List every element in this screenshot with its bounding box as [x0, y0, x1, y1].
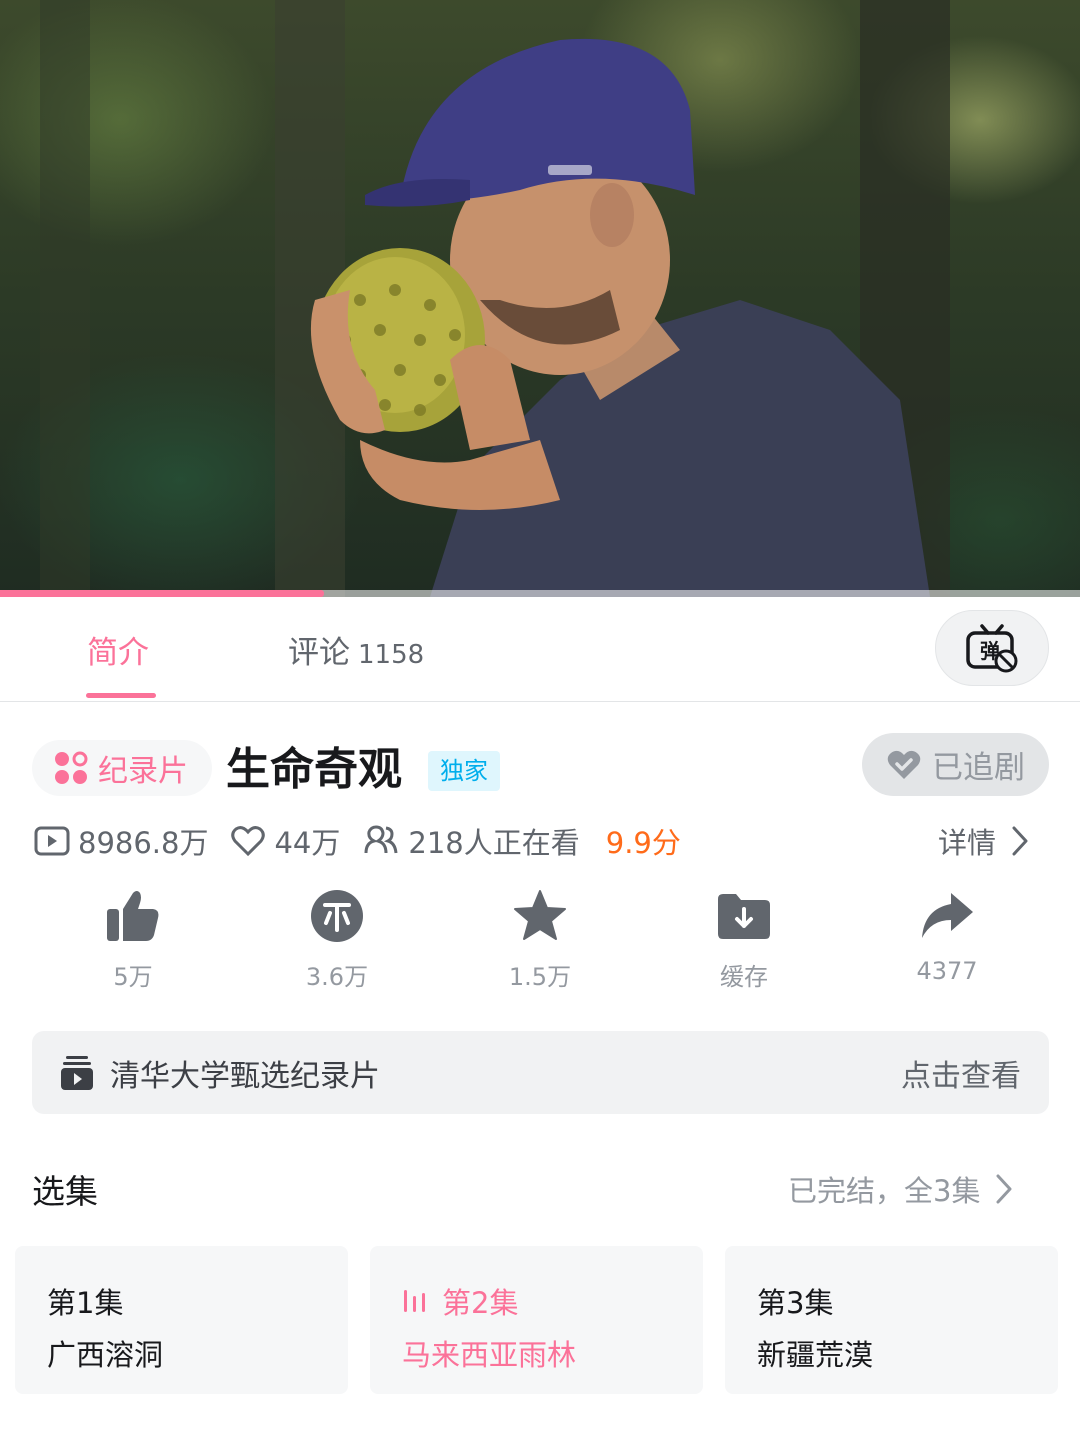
comment-count: 1158 [358, 640, 425, 670]
favorite-button[interactable]: 1.5万 [460, 885, 620, 992]
episode-name: 广西溶洞 [47, 1338, 164, 1372]
score: 9.9分 [605, 826, 681, 860]
coin-count: 3.6万 [305, 963, 369, 991]
episode-card-1[interactable]: 第1集 广西溶洞 [15, 1246, 348, 1394]
tab-intro[interactable]: 简介 [87, 627, 149, 672]
tab-comments[interactable]: 评论 1158 [288, 627, 424, 672]
views-stat: 8986.8万 [34, 820, 208, 862]
episode-card-2[interactable]: 第2集 马来西亚雨林 [370, 1246, 703, 1394]
collection-title: 清华大学甄选纪录片 [110, 1058, 380, 1094]
coin-button[interactable]: 3.6万 [257, 885, 417, 992]
download-button[interactable]: 缓存 [664, 885, 824, 992]
now-playing-icon [404, 1290, 425, 1312]
episode-number: 第2集 [442, 1286, 519, 1320]
episode-name: 马来西亚雨林 [402, 1338, 577, 1372]
danmaku-off-icon: 弹 [966, 624, 1018, 673]
video-player[interactable] [0, 0, 1080, 597]
video-progress-fill [0, 590, 324, 597]
share-button[interactable]: 4377 [867, 885, 1027, 985]
follow-label: 已追剧 [932, 750, 1025, 786]
tab-intro-label: 简介 [87, 635, 149, 671]
episode-number: 第3集 [757, 1286, 834, 1320]
tab-comments-label: 评论 [288, 635, 350, 671]
viewers-icon [364, 825, 398, 854]
follow-series-button[interactable]: 已追剧 [862, 733, 1049, 796]
video-frame-image [40, 0, 950, 597]
share-icon [922, 893, 973, 938]
tab-bar: 简介 评论 1158 弹 [0, 597, 1080, 702]
details-link[interactable]: 详情 [938, 818, 1030, 864]
like-button[interactable]: 5万 [53, 885, 213, 992]
video-progress-bar[interactable] [0, 590, 1080, 597]
coin-icon [311, 890, 363, 942]
collection-view-link[interactable]: 点击查看 [901, 1051, 1021, 1095]
thumbs-up-icon [107, 891, 159, 941]
chevron-right-icon [1012, 826, 1028, 856]
episodes-status: 已完结，全3集 [788, 1174, 981, 1208]
favorite-count: 1.5万 [508, 963, 572, 991]
download-folder-icon [718, 894, 770, 939]
heart-icon [231, 826, 266, 857]
views-count: 8986.8万 [78, 826, 209, 860]
tab-active-indicator [86, 693, 156, 698]
watching-count: 218人正在看 [408, 826, 580, 860]
episode-name: 新疆荒漠 [757, 1338, 874, 1372]
playlist-icon [61, 1055, 93, 1090]
like-count: 5万 [113, 963, 153, 991]
collection-banner[interactable]: 清华大学甄选纪录片 点击查看 [32, 1031, 1049, 1114]
category-grid-icon [55, 751, 88, 784]
heart-check-icon [887, 750, 921, 779]
chevron-right-icon [996, 1174, 1012, 1204]
category-label: 纪录片 [98, 754, 188, 789]
episodes-section-title: 选集 [32, 1172, 98, 1211]
exclusive-badge: 独家 [428, 751, 500, 791]
share-count: 4377 [916, 957, 978, 985]
episode-card-3[interactable]: 第3集 新疆荒漠 [725, 1246, 1058, 1394]
stats-row: 8986.8万 44万 218人正在看 9.9分 [34, 818, 681, 864]
action-bar: 5万 3.6万 1.5万 缓存 4377 [0, 885, 1080, 995]
category-tag[interactable]: 纪录片 [32, 740, 212, 796]
series-title: 生命奇观 [226, 744, 402, 795]
download-label: 缓存 [720, 963, 768, 991]
episode-number: 第1集 [47, 1286, 124, 1320]
details-label: 详情 [938, 826, 997, 860]
danmaku-toggle-button[interactable]: 弹 [935, 610, 1049, 686]
star-icon [514, 890, 566, 940]
likes-stat: 44万 [230, 820, 340, 862]
likes-count: 44万 [274, 826, 341, 860]
watching-stat: 218人正在看 [362, 820, 580, 862]
episodes-status-link[interactable]: 已完结，全3集 [788, 1168, 1014, 1210]
play-count-icon [34, 826, 70, 856]
